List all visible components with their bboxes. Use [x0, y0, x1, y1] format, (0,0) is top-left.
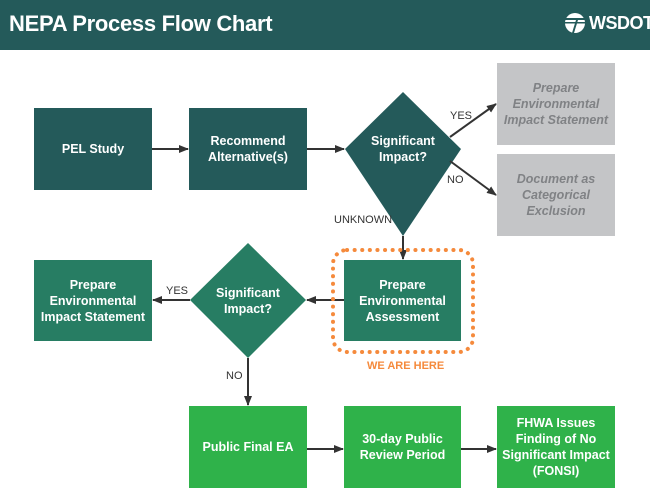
decision1-label: Significant Impact?	[371, 134, 435, 164]
node-prepare-ea[interactable]: Prepare Environmental Assessment	[344, 260, 461, 341]
label-d1-yes: YES	[450, 110, 473, 122]
decision2-label: Significant Impact?	[216, 286, 280, 316]
label-d2-no: NO	[226, 370, 243, 382]
node-review-period[interactable]: 30-day Public Review Period	[344, 406, 461, 488]
node-public-final-ea[interactable]: Public Final EA	[189, 406, 307, 488]
label-d2-yes: YES	[166, 285, 189, 297]
node-categorical-exclusion[interactable]: Document as Categorical Exclusion	[497, 154, 615, 236]
node-pel-study[interactable]: PEL Study	[34, 108, 152, 190]
node-prepare-eis[interactable]: Prepare Environmental Impact Statement	[34, 260, 152, 341]
we-are-here-label: WE ARE HERE	[367, 360, 445, 372]
node-prepare-eis-alternative[interactable]: Prepare Environmental Impact Statement	[497, 63, 615, 145]
label-d1-no: NO	[447, 174, 464, 186]
node-fonsi[interactable]: FHWA Issues Finding of No Significant Im…	[497, 406, 615, 488]
node-recommend-alternatives[interactable]: Recommend Alternative(s)	[189, 108, 307, 190]
label-d1-unknown: UNKNOWN	[334, 214, 393, 226]
